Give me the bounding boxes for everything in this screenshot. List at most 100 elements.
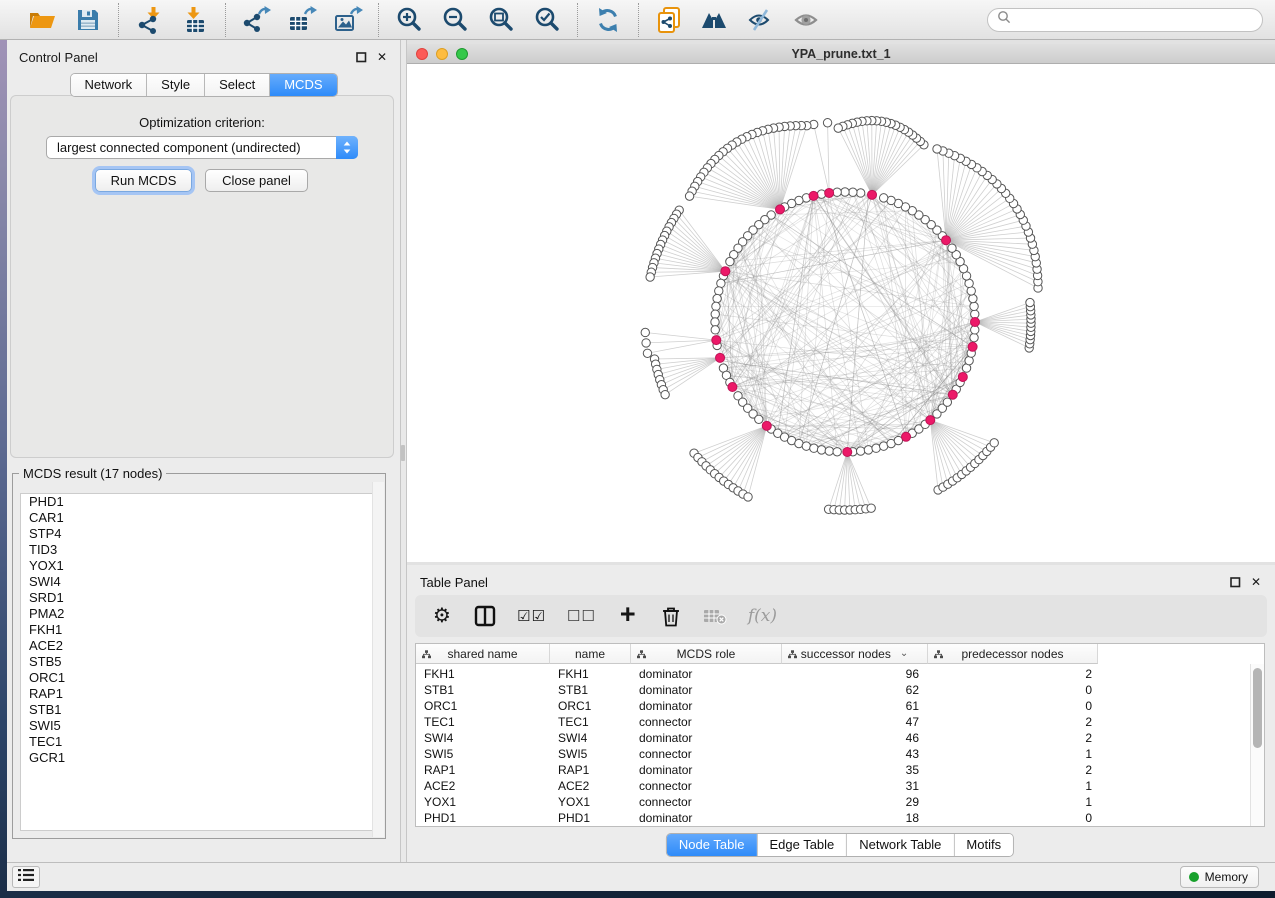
zoom-fit-icon[interactable] bbox=[486, 5, 516, 35]
table-row[interactable]: PHD1PHD1dominator180 bbox=[416, 810, 1250, 826]
hide-selected-icon[interactable] bbox=[746, 5, 776, 35]
column-header-MCDS-role[interactable]: MCDS role bbox=[631, 644, 782, 664]
zoom-out-icon[interactable] bbox=[440, 5, 470, 35]
search-input[interactable] bbox=[1017, 10, 1253, 30]
column-header-successor-nodes[interactable]: successor nodes⌄ bbox=[782, 644, 928, 664]
mcds-result-item[interactable]: STP4 bbox=[21, 526, 377, 542]
table-cell: 62 bbox=[782, 683, 928, 697]
tab-mcds[interactable]: MCDS bbox=[270, 74, 336, 96]
network-view[interactable] bbox=[407, 64, 1275, 562]
table-cell: 61 bbox=[782, 699, 928, 713]
mcds-result-item[interactable]: TEC1 bbox=[21, 734, 377, 750]
network-nodes[interactable] bbox=[641, 116, 1042, 514]
table-cell: FKH1 bbox=[550, 667, 631, 681]
zoom-in-icon[interactable] bbox=[394, 5, 424, 35]
search-icon bbox=[997, 10, 1011, 29]
mcds-result-item[interactable]: SRD1 bbox=[21, 590, 377, 606]
table-row[interactable]: YOX1YOX1connector291 bbox=[416, 794, 1250, 810]
panel-splitter[interactable] bbox=[400, 40, 407, 862]
table-scrollbar[interactable] bbox=[1250, 664, 1264, 826]
network-document-icon[interactable] bbox=[654, 5, 684, 35]
float-panel-icon[interactable] bbox=[355, 51, 367, 63]
float-table-panel-icon[interactable] bbox=[1229, 576, 1241, 588]
export-network-icon[interactable] bbox=[241, 5, 271, 35]
mcds-result-item[interactable]: CAR1 bbox=[21, 510, 377, 526]
window-maximize-icon[interactable] bbox=[456, 48, 468, 60]
mcds-result-item[interactable]: GCR1 bbox=[21, 750, 377, 766]
run-mcds-button[interactable]: Run MCDS bbox=[95, 169, 192, 192]
control-panel-tabs: NetworkStyleSelectMCDS bbox=[69, 73, 337, 97]
show-all-icon[interactable] bbox=[792, 5, 822, 35]
mcds-result-item[interactable]: PMA2 bbox=[21, 606, 377, 622]
mcds-result-item[interactable]: SWI4 bbox=[21, 574, 377, 590]
tab-style[interactable]: Style bbox=[147, 74, 205, 96]
tab-edge-table[interactable]: Edge Table bbox=[757, 834, 847, 856]
open-session-icon[interactable] bbox=[27, 5, 57, 35]
tab-node-table[interactable]: Node Table bbox=[667, 834, 758, 856]
tab-network[interactable]: Network bbox=[70, 74, 147, 96]
dropdown-arrows-icon bbox=[336, 136, 358, 159]
save-session-icon[interactable] bbox=[73, 5, 103, 35]
delete-table-icon[interactable] bbox=[703, 603, 727, 629]
window-minimize-icon[interactable] bbox=[436, 48, 448, 60]
mcds-result-item[interactable]: TID3 bbox=[21, 542, 377, 558]
unselect-all-columns-icon[interactable]: ☐☐ bbox=[567, 603, 596, 629]
select-all-columns-icon[interactable]: ☑☑ bbox=[517, 603, 546, 629]
settings-gear-icon[interactable]: ⚙ bbox=[431, 603, 453, 629]
delete-column-icon[interactable] bbox=[660, 603, 682, 629]
column-header-name[interactable]: name bbox=[550, 644, 631, 664]
import-table-icon[interactable] bbox=[180, 5, 210, 35]
mcds-result-item[interactable]: STB1 bbox=[21, 702, 377, 718]
mcds-result-item[interactable]: FKH1 bbox=[21, 622, 377, 638]
table-cell: 2 bbox=[928, 763, 1098, 777]
tab-network-table[interactable]: Network Table bbox=[847, 834, 954, 856]
column-header-shared-name[interactable]: shared name bbox=[416, 644, 550, 664]
table-cell: ACE2 bbox=[550, 779, 631, 793]
mcds-result-item[interactable]: YOX1 bbox=[21, 558, 377, 574]
mcds-result-item[interactable]: RAP1 bbox=[21, 686, 377, 702]
close-table-panel-icon[interactable]: ✕ bbox=[1250, 576, 1262, 588]
table-cell: 96 bbox=[782, 667, 928, 681]
import-network-icon[interactable] bbox=[134, 5, 164, 35]
column-view-icon[interactable] bbox=[474, 603, 496, 629]
mcds-result-item[interactable]: STB5 bbox=[21, 654, 377, 670]
find-neighbors-icon[interactable] bbox=[700, 5, 730, 35]
table-row[interactable]: RAP1RAP1dominator352 bbox=[416, 762, 1250, 778]
table-row[interactable]: ORC1ORC1dominator610 bbox=[416, 698, 1250, 714]
function-builder-icon[interactable]: f(x) bbox=[748, 603, 777, 629]
search-box[interactable] bbox=[987, 8, 1263, 32]
mcds-list-scrollbar[interactable] bbox=[372, 482, 384, 837]
mcds-result-list[interactable]: PHD1CAR1STP4TID3YOX1SWI4SRD1PMA2FKH1ACE2… bbox=[20, 493, 378, 831]
refresh-icon[interactable] bbox=[593, 5, 623, 35]
task-history-button[interactable] bbox=[12, 866, 40, 888]
close-panel-icon[interactable]: ✕ bbox=[376, 51, 388, 63]
mcds-result-group: MCDS result (17 nodes) PHD1CAR1STP4TID3Y… bbox=[12, 466, 386, 839]
zoom-selected-icon[interactable] bbox=[532, 5, 562, 35]
table-scrollbar-thumb[interactable] bbox=[1253, 668, 1262, 748]
table-row[interactable]: SWI5SWI5connector431 bbox=[416, 746, 1250, 762]
memory-button[interactable]: Memory bbox=[1180, 866, 1259, 888]
window-close-icon[interactable] bbox=[416, 48, 428, 60]
table-row[interactable]: STB1STB1dominator620 bbox=[416, 682, 1250, 698]
export-image-icon[interactable] bbox=[333, 5, 363, 35]
add-column-icon[interactable]: + bbox=[617, 603, 639, 629]
mcds-result-item[interactable]: PHD1 bbox=[21, 494, 377, 510]
table-cell: 1 bbox=[928, 747, 1098, 761]
optimization-criterion-dropdown[interactable]: largest connected component (undirected) bbox=[46, 136, 358, 159]
splitter-handle[interactable] bbox=[401, 445, 405, 461]
table-row[interactable]: TEC1TEC1connector472 bbox=[416, 714, 1250, 730]
tab-motifs[interactable]: Motifs bbox=[954, 834, 1013, 856]
column-header-predecessor-nodes[interactable]: predecessor nodes bbox=[928, 644, 1098, 664]
table-row[interactable]: FKH1FKH1dominator962 bbox=[416, 666, 1250, 682]
table-row[interactable]: SWI4SWI4dominator462 bbox=[416, 730, 1250, 746]
table-row[interactable]: ACE2ACE2connector311 bbox=[416, 778, 1250, 794]
network-graph[interactable] bbox=[407, 64, 1275, 562]
close-panel-button[interactable]: Close panel bbox=[205, 169, 308, 192]
network-window-titlebar[interactable]: YPA_prune.txt_1 bbox=[407, 44, 1275, 64]
mcds-result-item[interactable]: ACE2 bbox=[21, 638, 377, 654]
mcds-result-item[interactable]: ORC1 bbox=[21, 670, 377, 686]
mcds-result-item[interactable]: SWI5 bbox=[21, 718, 377, 734]
export-table-icon[interactable] bbox=[287, 5, 317, 35]
tab-select[interactable]: Select bbox=[205, 74, 270, 96]
mcds-result-group-title: MCDS result (17 nodes) bbox=[19, 466, 166, 481]
